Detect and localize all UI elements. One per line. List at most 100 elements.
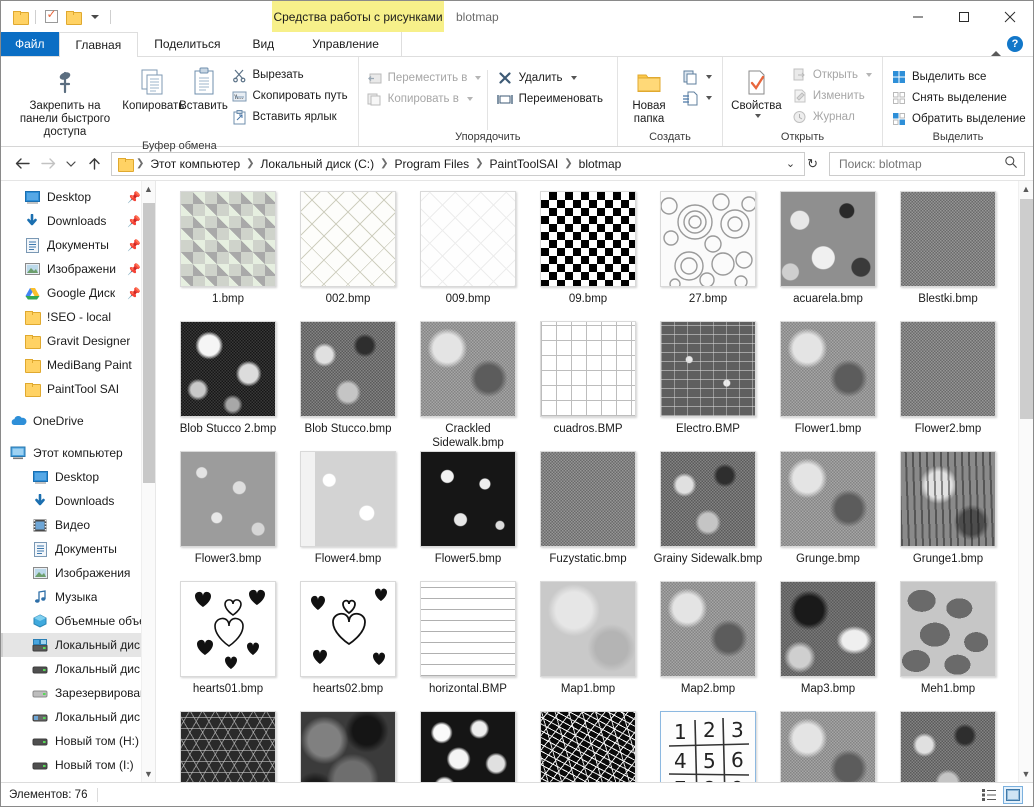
pin-icon[interactable]: 📌 (127, 263, 141, 276)
file-item[interactable] (768, 711, 888, 782)
copy-to-button[interactable]: Копировать в (363, 89, 481, 109)
file-thumbnail[interactable] (900, 191, 996, 287)
sidebar-item-videos[interactable]: Видео (1, 513, 155, 537)
sidebar-scroll-thumb[interactable] (143, 203, 155, 483)
address-chevron-down-icon[interactable]: ⌄ (782, 157, 802, 170)
breadcrumb-bar[interactable]: ❯ Этот компьютер ❯ Локальный диск (C:) ❯… (111, 151, 806, 176)
copy-path-button[interactable]: \\… Скопировать путь (228, 86, 354, 106)
sidebar-item-this-pc[interactable]: Этот компьютер (1, 441, 155, 465)
easy-access-chevron-down-icon[interactable] (706, 96, 712, 100)
delete-chevron-down-icon[interactable] (570, 76, 577, 80)
sidebar-item-music[interactable]: Музыка (1, 585, 155, 609)
breadcrumb-sep-2[interactable]: ❯ (378, 158, 390, 169)
file-thumbnail[interactable] (660, 191, 756, 287)
file-thumbnail[interactable] (300, 711, 396, 782)
sidebar-scroll-up-icon[interactable]: ▲ (142, 181, 155, 197)
new-item-button[interactable] (678, 67, 718, 87)
file-thumbnail[interactable] (420, 451, 516, 547)
file-thumbnail[interactable] (900, 321, 996, 417)
file-item[interactable]: Flower4.bmp (288, 451, 408, 581)
open-chevron-down-icon[interactable] (866, 73, 872, 77)
tab-file[interactable]: Файл (1, 32, 59, 56)
minimize-button[interactable] (895, 1, 941, 32)
invert-selection-button[interactable]: Обратить выделение (887, 109, 1032, 129)
file-thumbnail[interactable] (180, 191, 276, 287)
sidebar-item-gravit-designer[interactable]: Gravit Designer (1, 329, 155, 353)
file-item[interactable]: Blob Stucco 2.bmp (168, 321, 288, 451)
file-item[interactable] (288, 711, 408, 782)
file-item[interactable]: Grunge.bmp (768, 451, 888, 581)
pin-to-quick-access-button[interactable]: Закрепить на панели быстрого доступа (5, 63, 125, 139)
breadcrumb-item-1[interactable]: Локальный диск (C:) (257, 157, 379, 171)
tab-manage[interactable]: Управление (290, 32, 402, 56)
breadcrumb-item-4[interactable]: blotmap (575, 157, 626, 171)
select-all-button[interactable]: Выделить все (887, 67, 1032, 87)
cut-button[interactable]: Вырезать (228, 65, 354, 85)
file-item[interactable]: Flower2.bmp (888, 321, 1008, 451)
copy-to-chevron-down-icon[interactable] (466, 97, 473, 101)
file-thumbnail[interactable] (540, 451, 636, 547)
file-item[interactable] (528, 711, 648, 782)
file-thumbnail[interactable] (180, 451, 276, 547)
easy-access-button[interactable] (678, 88, 718, 108)
file-thumbnail[interactable] (420, 191, 516, 287)
sidebar-scrollbar[interactable]: ▲ ▼ (141, 181, 155, 782)
file-item[interactable]: Map3.bmp (768, 581, 888, 711)
file-thumbnail[interactable] (180, 321, 276, 417)
new-folder-button[interactable]: Новая папка (622, 63, 676, 126)
new-item-chevron-down-icon[interactable] (706, 75, 712, 79)
file-thumbnail[interactable] (180, 581, 276, 677)
large-icons-view-button[interactable] (1003, 785, 1023, 804)
collapse-ribbon-icon[interactable] (991, 37, 1001, 56)
file-thumbnail[interactable] (300, 451, 396, 547)
sidebar-item-pc-documents[interactable]: Документы (1, 537, 155, 561)
sidebar-item-local-disk-3[interactable]: Локальный дис (1, 705, 155, 729)
tab-view[interactable]: Вид (236, 32, 290, 56)
file-thumbnail[interactable] (420, 581, 516, 677)
file-item[interactable]: hearts02.bmp (288, 581, 408, 711)
file-item[interactable]: acuarela.bmp (768, 191, 888, 321)
file-item[interactable]: cuadros.BMP (528, 321, 648, 451)
copy-button[interactable]: Копировать (122, 63, 184, 113)
qat-properties-check-icon[interactable] (40, 6, 62, 28)
file-item[interactable]: 009.bmp (408, 191, 528, 321)
tab-home[interactable]: Главная (58, 32, 139, 57)
sidebar-item-painttool-sai[interactable]: PaintTool SAI (1, 377, 155, 401)
file-thumbnail[interactable] (780, 451, 876, 547)
sidebar-item-medibang-paint[interactable]: MediBang Paint (1, 353, 155, 377)
file-thumbnail[interactable] (780, 191, 876, 287)
file-item[interactable]: 27.bmp (648, 191, 768, 321)
content-scroll-thumb[interactable] (1020, 199, 1033, 419)
file-thumbnail[interactable] (540, 581, 636, 677)
file-thumbnail[interactable] (660, 581, 756, 677)
file-thumbnail[interactable] (780, 581, 876, 677)
file-thumbnail[interactable] (420, 711, 516, 782)
file-thumbnail[interactable] (540, 711, 636, 782)
rename-button[interactable]: Переименовать (494, 89, 609, 109)
file-item[interactable]: Map2.bmp (648, 581, 768, 711)
sidebar-item-seo-local[interactable]: !SEO - local (1, 305, 155, 329)
qat-folder-icon[interactable] (9, 6, 31, 28)
breadcrumb-sep-1[interactable]: ❯ (244, 158, 256, 169)
file-thumbnail[interactable] (900, 581, 996, 677)
file-item[interactable] (168, 711, 288, 782)
file-item[interactable] (408, 711, 528, 782)
pin-icon[interactable]: 📌 (127, 239, 141, 252)
file-item[interactable]: Blestki.bmp (888, 191, 1008, 321)
breadcrumb-sep-0[interactable]: ❯ (134, 158, 146, 169)
history-button[interactable]: Журнал (788, 107, 878, 127)
qat-new-folder-icon[interactable] (62, 6, 84, 28)
file-thumbnail[interactable] (660, 451, 756, 547)
maximize-button[interactable] (941, 1, 987, 32)
breadcrumb-item-3[interactable]: PaintToolSAI (486, 157, 563, 171)
breadcrumb-sep-3[interactable]: ❯ (473, 158, 485, 169)
file-item[interactable]: Blob Stucco.bmp (288, 321, 408, 451)
breadcrumb-item-0[interactable]: Этот компьютер (146, 157, 244, 171)
file-item[interactable]: 002.bmp (288, 191, 408, 321)
file-thumbnail[interactable] (180, 711, 276, 782)
file-thumbnail[interactable] (780, 711, 876, 782)
file-item[interactable]: 123 456 7 8 9 (648, 711, 768, 782)
close-button[interactable] (987, 1, 1033, 32)
file-item[interactable]: Grunge1.bmp (888, 451, 1008, 581)
sidebar-item-3d-objects[interactable]: Объемные объе (1, 609, 155, 633)
